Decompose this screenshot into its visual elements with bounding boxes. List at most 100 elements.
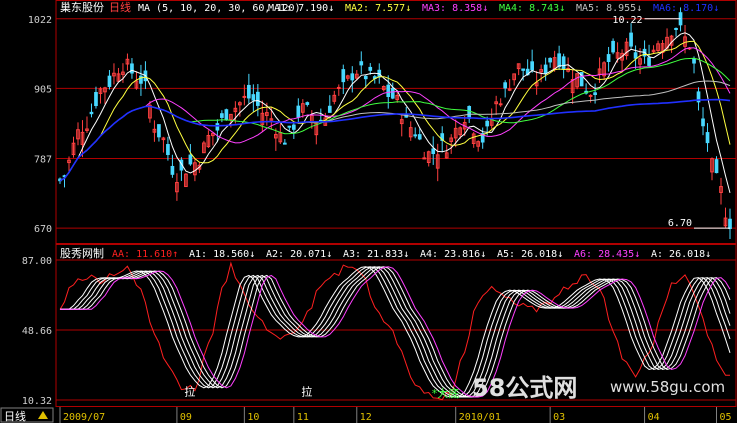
indicator-legend-item: A2: 20.071↓ bbox=[266, 249, 332, 260]
ma-legend-item: MA3: 8.358↓ bbox=[422, 3, 488, 14]
price-tick-label: 1022 bbox=[28, 15, 52, 26]
candle-body bbox=[327, 105, 332, 113]
ma-line-1 bbox=[59, 32, 731, 194]
candle-body bbox=[166, 144, 170, 155]
extreme-label: 10.22 bbox=[612, 15, 642, 26]
candle-body bbox=[247, 84, 251, 99]
indicator-legend-item: A5: 26.018↓ bbox=[497, 249, 563, 260]
candle-body bbox=[251, 94, 256, 101]
candle-body bbox=[413, 134, 418, 137]
indicator-legend: AA: 11.610↑ A1: 18.560↓ A2: 20.071↓ A3: 21.… bbox=[112, 249, 711, 260]
candle-body bbox=[674, 27, 678, 30]
candle-body bbox=[647, 57, 651, 66]
candle-body bbox=[701, 118, 705, 127]
indicator-tick-label: 10.32 bbox=[22, 396, 52, 407]
ma-legend-item: MA5: 8.955↓ bbox=[576, 3, 642, 14]
indicator-y-axis: 87.00 48.66 10.32 bbox=[22, 256, 52, 407]
candle-body bbox=[467, 105, 472, 119]
candle-body bbox=[390, 87, 395, 99]
candle-body bbox=[422, 157, 427, 160]
candle-body bbox=[215, 123, 220, 131]
signal-label: 拉 bbox=[184, 384, 195, 398]
candle-body bbox=[561, 56, 566, 70]
indicator-name: 股秀网制 bbox=[60, 247, 104, 260]
indicator-legend-item: A4: 23.816↓ bbox=[420, 249, 486, 260]
stock-name: 巢东股份 bbox=[60, 1, 104, 14]
candle-body bbox=[417, 134, 422, 140]
price-legend: MA1: 7.190↓ MA2: 7.577↓ MA3: 8.358↓ MA4: 8.… bbox=[268, 3, 719, 14]
candle-body bbox=[633, 52, 638, 59]
candle-body bbox=[282, 142, 287, 145]
date-label: 11 bbox=[297, 412, 309, 423]
moving-average-lines bbox=[59, 32, 731, 194]
indicator-legend-item: A1: 18.560↓ bbox=[189, 249, 255, 260]
candle-body bbox=[485, 120, 490, 127]
date-label: 10 bbox=[247, 412, 259, 423]
date-label: 05 bbox=[720, 412, 732, 423]
price-pane: 1022905787670 10.226.70 巢东股份 日线 MA (5, 1… bbox=[28, 0, 737, 244]
candle-body bbox=[521, 68, 525, 71]
candle-body bbox=[588, 94, 593, 97]
candle-body bbox=[188, 154, 193, 165]
price-y-axis: 1022 905 787 670 bbox=[28, 15, 52, 235]
date-label: 2009/07 bbox=[63, 412, 105, 423]
extreme-label: 6.70 bbox=[668, 218, 692, 229]
ma-legend-item: MA6: 8.170↓ bbox=[653, 3, 719, 14]
candle-body bbox=[530, 61, 534, 71]
candle-body bbox=[224, 109, 229, 121]
candle-body bbox=[503, 82, 508, 89]
candle-body bbox=[157, 124, 161, 138]
candle-body bbox=[341, 69, 346, 83]
candle-body bbox=[714, 159, 719, 174]
date-label: 12 bbox=[360, 412, 372, 423]
candle-body bbox=[139, 75, 143, 84]
candle-body bbox=[557, 53, 561, 68]
period-label: 日线 bbox=[109, 0, 131, 14]
indicator-tick-label: 48.66 bbox=[22, 326, 52, 337]
candle-body bbox=[692, 58, 696, 64]
candle-body bbox=[548, 57, 552, 63]
candle-body bbox=[606, 54, 611, 62]
candle-body bbox=[305, 102, 310, 105]
price-tick-label: 905 bbox=[34, 84, 52, 95]
candle-body bbox=[94, 92, 98, 107]
date-axis: 日线 2009/07 09 10 11 12 2010/01 03 04 05 bbox=[0, 407, 737, 423]
candle-body bbox=[170, 165, 175, 175]
signal-label: 拉 bbox=[301, 384, 312, 398]
candle-body bbox=[431, 148, 436, 154]
indicator-legend-item: A6: 28.435↓ bbox=[574, 249, 640, 260]
candle-body bbox=[336, 86, 341, 89]
candle-body bbox=[89, 111, 94, 115]
candle-body bbox=[220, 113, 224, 118]
candles bbox=[58, 7, 732, 239]
ma-legend-item: MA4: 8.743↓ bbox=[499, 3, 565, 14]
date-label: 04 bbox=[648, 412, 660, 423]
candle-body bbox=[629, 32, 633, 47]
candle-body bbox=[256, 91, 260, 106]
candle-body bbox=[359, 61, 364, 66]
price-pane-frame bbox=[55, 0, 737, 244]
watermark-url: www.58gu.com bbox=[610, 378, 725, 396]
watermark: 58公式网 www.58gu.com bbox=[472, 374, 725, 402]
candle-body bbox=[593, 92, 597, 96]
ma-legend-item: MA1: 7.190↓ bbox=[268, 3, 334, 14]
candle-body bbox=[368, 66, 373, 71]
indicator-legend-item: A: 26.018↓ bbox=[651, 249, 711, 260]
candle-body bbox=[705, 132, 710, 144]
candle-body bbox=[498, 103, 503, 106]
indicator-tick-label: 87.00 bbox=[22, 256, 52, 267]
price-tick-label: 670 bbox=[34, 224, 52, 235]
period-button-label: 日线 bbox=[4, 409, 26, 423]
candle-body bbox=[296, 105, 301, 118]
candle-body bbox=[350, 73, 355, 81]
candle-body bbox=[107, 75, 112, 87]
indicator-legend-item: A3: 21.833↓ bbox=[343, 249, 409, 260]
candle-body bbox=[242, 95, 247, 98]
candle-body bbox=[130, 63, 134, 74]
price-tick-label: 787 bbox=[34, 155, 52, 166]
candle-body bbox=[291, 124, 296, 130]
ma-legend-item: MA2: 7.577↓ bbox=[345, 3, 411, 14]
indicator-legend-item: AA: 11.610↑ bbox=[112, 249, 178, 260]
stock-chart: 1022905787670 10.226.70 巢东股份 日线 MA (5, 1… bbox=[0, 0, 737, 423]
candle-body bbox=[386, 84, 391, 98]
